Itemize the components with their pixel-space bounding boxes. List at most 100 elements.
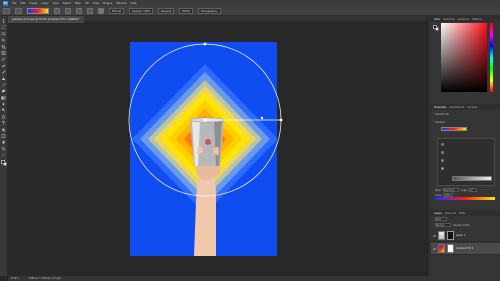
diamond-gradient-button[interactable]: [98, 7, 104, 14]
brush-tool-icon[interactable]: [1, 70, 6, 74]
preset-folder-icon[interactable]: [441, 167, 444, 170]
tab-swatches[interactable]: Swatches: [443, 18, 454, 21]
style-select[interactable]: Diamond: [442, 188, 459, 192]
eye-icon[interactable]: [433, 234, 436, 237]
dodge-tool-icon[interactable]: [1, 108, 6, 113]
layer-row[interactable]: Gradient Fill 1: [431, 243, 500, 255]
layer-name[interactable]: Layer 1: [456, 234, 465, 237]
tab-patterns[interactable]: Patterns: [472, 18, 482, 21]
mode-select[interactable]: Normal: [109, 7, 125, 14]
rectangle-tool-icon[interactable]: [1, 134, 6, 138]
menu-file[interactable]: File: [12, 2, 16, 5]
preset-folder-icon[interactable]: [441, 151, 444, 154]
tab-gradients[interactable]: Gradients: [458, 18, 470, 21]
type-tool-icon[interactable]: [1, 121, 6, 125]
dither-checkbox[interactable]: Dither: [179, 7, 194, 14]
style-row: Style Diamond Angle 0°: [435, 188, 496, 192]
tool-preset-button[interactable]: [15, 7, 22, 14]
reflected-gradient-button[interactable]: [87, 7, 93, 14]
gradient-presets-list[interactable]: [437, 138, 495, 186]
tab-color[interactable]: Color: [434, 18, 440, 21]
layer-thumbnail: [438, 231, 445, 240]
layers-opacity[interactable]: Opacity: 100%: [453, 224, 470, 227]
preset-swatch-row[interactable]: [452, 176, 492, 181]
home-button[interactable]: [3, 7, 10, 14]
crop-tool-icon[interactable]: [1, 44, 6, 49]
gradient-guide-overlay: [128, 42, 283, 197]
tab-libraries[interactable]: Libraries: [467, 106, 477, 109]
layer-mask-thumbnail: [447, 244, 454, 253]
radial-gradient-button[interactable]: [65, 7, 71, 14]
marquee-tool-icon[interactable]: [1, 25, 6, 30]
panel-foreground-swatch[interactable]: [433, 25, 437, 29]
tab-layers[interactable]: Layers: [434, 212, 442, 215]
menu-edit[interactable]: Edit: [20, 2, 25, 5]
zoom-tool-icon[interactable]: [1, 147, 6, 151]
preset-folder-icon[interactable]: [441, 159, 444, 162]
menu-3d[interactable]: 3D: [85, 2, 89, 5]
opacity-field[interactable]: Opacity: 100%: [129, 7, 154, 14]
healing-brush-tool-icon[interactable]: [1, 64, 6, 68]
color-panel-tabs: Color Swatches Gradients Patterns: [431, 16, 500, 22]
menu-help[interactable]: Help: [131, 2, 137, 5]
hand-tool-icon[interactable]: [1, 140, 6, 144]
menu-plugins[interactable]: Plugins: [103, 2, 112, 5]
gradient-end-handle[interactable]: [279, 118, 283, 122]
eraser-tool-icon[interactable]: [1, 89, 6, 93]
tab-adjustments[interactable]: Adjustments: [449, 106, 464, 109]
move-tool-icon[interactable]: [1, 19, 6, 23]
quick-select-tool-icon[interactable]: [1, 38, 6, 43]
layer-thumbnail: [438, 244, 445, 253]
hue-slider[interactable]: [490, 23, 493, 92]
history-brush-tool-icon[interactable]: [1, 83, 6, 87]
gradient-center-handle[interactable]: [203, 118, 207, 122]
document-tab[interactable]: gradient_tool.psd @ 16.6% (Gradient Fill…: [8, 16, 84, 23]
app-logo: Ps: [3, 0, 8, 6]
foreground-color-swatch[interactable]: [1, 160, 5, 164]
angle-gradient-button[interactable]: [76, 7, 82, 14]
gradient-radius-handle[interactable]: [203, 42, 207, 46]
linear-gradient-button[interactable]: [54, 7, 60, 14]
blur-tool-icon[interactable]: [1, 102, 6, 106]
status-bar: 16.6% 1080 px x 1920 px (72 ppi): [8, 276, 500, 281]
lasso-tool-icon[interactable]: [1, 32, 6, 36]
gradient-picker[interactable]: [27, 7, 49, 14]
menu-type[interactable]: Type: [53, 2, 59, 5]
kind-filter-select[interactable]: Kind: [435, 217, 447, 221]
gradient-midpoint-handle[interactable]: [260, 116, 264, 120]
frame-tool-icon[interactable]: [1, 51, 6, 55]
properties-title: Gradient Fill: [435, 112, 449, 116]
more-tools-icon[interactable]: [1, 153, 6, 157]
document-info[interactable]: 1080 px x 1920 px (72 ppi): [29, 277, 62, 280]
layer-mask-thumbnail: [447, 231, 454, 240]
clone-stamp-tool-icon[interactable]: [1, 77, 6, 81]
menu-layer[interactable]: Layer: [42, 2, 49, 5]
path-selection-tool-icon[interactable]: [1, 127, 6, 132]
tab-properties[interactable]: Properties: [434, 106, 446, 109]
menu-filter[interactable]: Filter: [75, 2, 81, 5]
layer-row[interactable]: Layer 1: [431, 230, 500, 242]
zoom-level[interactable]: 16.6%: [11, 277, 19, 280]
preset-folder-icon[interactable]: [441, 143, 444, 146]
layers-panel-tabs: Layers Channels Paths: [431, 210, 500, 216]
reverse-checkbox[interactable]: Reverse: [158, 7, 175, 14]
color-picker-field[interactable]: [441, 23, 487, 92]
transparency-checkbox[interactable]: Transparency: [198, 7, 221, 14]
eyedropper-tool-icon[interactable]: [1, 57, 6, 62]
angle-field[interactable]: 0°: [469, 188, 478, 192]
menu-image[interactable]: Image: [29, 2, 37, 5]
tab-paths[interactable]: Paths: [459, 212, 466, 215]
menu-view[interactable]: View: [93, 2, 99, 5]
menu-window[interactable]: Window: [116, 2, 126, 5]
menu-select[interactable]: Select: [63, 2, 71, 5]
tab-channels[interactable]: Channels: [445, 212, 456, 215]
layers-filter-row: Kind: [435, 217, 496, 221]
eye-icon[interactable]: [433, 247, 436, 250]
gradient-tool-icon[interactable]: [1, 95, 6, 100]
layer-name[interactable]: Gradient Fill 1: [456, 247, 473, 250]
canvas-area[interactable]: [8, 24, 427, 276]
properties-gradient-picker[interactable]: [441, 127, 467, 131]
angle-label: Angle: [460, 188, 468, 192]
pen-tool-icon[interactable]: [1, 114, 6, 119]
blend-mode-select[interactable]: Normal: [435, 223, 451, 227]
